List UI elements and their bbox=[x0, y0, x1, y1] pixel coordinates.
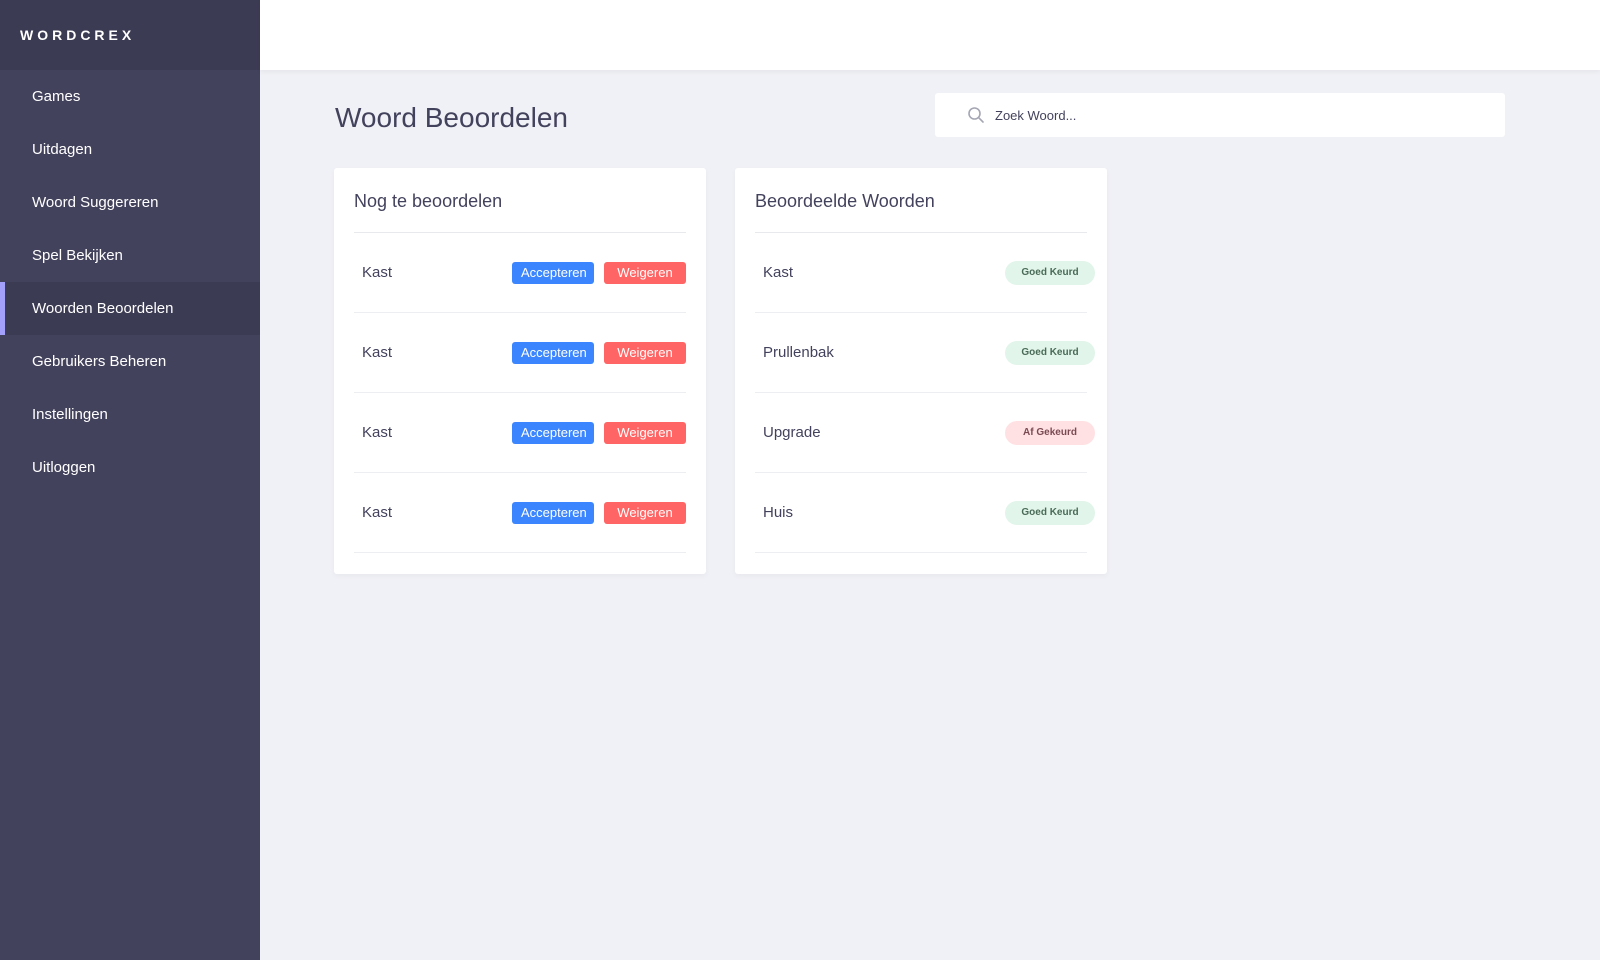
sidebar-item-label: Woorden Beoordelen bbox=[32, 300, 174, 317]
sidebar-item-instellingen[interactable]: Instellingen bbox=[0, 388, 260, 441]
brand-logo: WORDCREX bbox=[0, 0, 260, 70]
accept-button[interactable]: Accepteren bbox=[512, 501, 594, 524]
reject-button[interactable]: Weigeren bbox=[604, 261, 686, 284]
search-bar[interactable] bbox=[935, 93, 1505, 137]
reject-button[interactable]: Weigeren bbox=[604, 421, 686, 444]
word-label: Prullenbak bbox=[763, 344, 834, 361]
sidebar-item-label: Instellingen bbox=[32, 406, 108, 423]
word-label: Kast bbox=[362, 424, 393, 441]
reviewed-card-title: Beoordeelde Woorden bbox=[755, 168, 1087, 233]
sidebar-item-uitloggen[interactable]: Uitloggen bbox=[0, 441, 260, 494]
pending-card-title: Nog te beoordelen bbox=[354, 168, 686, 233]
reviewed-row: Upgrade Af Gekeurd bbox=[755, 393, 1095, 473]
accept-button[interactable]: Accepteren bbox=[512, 421, 594, 444]
pending-row: Kast Accepteren Weigeren bbox=[354, 393, 686, 473]
word-label: Kast bbox=[362, 344, 393, 361]
sidebar: WORDCREX Games Uitdagen Woord Suggereren… bbox=[0, 0, 260, 960]
word-label: Kast bbox=[763, 264, 794, 281]
reviewed-row: Huis Goed Keurd bbox=[755, 473, 1095, 553]
page-title: Woord Beoordelen bbox=[335, 102, 568, 133]
sidebar-item-label: Spel Bekijken bbox=[32, 247, 123, 264]
reviewed-row: Kast Goed Keurd bbox=[755, 233, 1095, 313]
sidebar-item-woord-suggereren[interactable]: Woord Suggereren bbox=[0, 176, 260, 229]
sidebar-item-gebruikers-beheren[interactable]: Gebruikers Beheren bbox=[0, 335, 260, 388]
status-badge: Af Gekeurd bbox=[1005, 420, 1095, 445]
top-bar bbox=[260, 0, 1600, 70]
search-icon bbox=[967, 106, 985, 124]
sidebar-item-games[interactable]: Games bbox=[0, 70, 260, 123]
word-label: Upgrade bbox=[763, 424, 821, 441]
word-label: Kast bbox=[362, 504, 393, 521]
reviewed-words-card: Beoordeelde Woorden Kast Goed Keurd Prul… bbox=[735, 168, 1107, 574]
sidebar-item-label: Uitdagen bbox=[32, 141, 93, 158]
word-label: Huis bbox=[763, 504, 794, 521]
pending-row: Kast Accepteren Weigeren bbox=[354, 233, 686, 313]
accept-button[interactable]: Accepteren bbox=[512, 261, 594, 284]
pending-words-card: Nog te beoordelen Kast Accepteren Weiger… bbox=[334, 168, 706, 574]
sidebar-item-spel-bekijken[interactable]: Spel Bekijken bbox=[0, 229, 260, 282]
accept-button[interactable]: Accepteren bbox=[512, 341, 594, 364]
status-badge: Goed Keurd bbox=[1005, 340, 1095, 365]
reject-button[interactable]: Weigeren bbox=[604, 501, 686, 524]
status-badge: Goed Keurd bbox=[1005, 500, 1095, 525]
pending-row: Kast Accepteren Weigeren bbox=[354, 313, 686, 393]
reject-button[interactable]: Weigeren bbox=[604, 341, 686, 364]
status-badge: Goed Keurd bbox=[1005, 260, 1095, 285]
search-input[interactable] bbox=[995, 107, 1475, 123]
sidebar-item-label: Woord Suggereren bbox=[32, 194, 159, 211]
sidebar-item-uitdagen[interactable]: Uitdagen bbox=[0, 123, 260, 176]
pending-row: Kast Accepteren Weigeren bbox=[354, 473, 686, 553]
reviewed-row: Prullenbak Goed Keurd bbox=[755, 313, 1095, 393]
sidebar-nav: Games Uitdagen Woord Suggereren Spel Bek… bbox=[0, 70, 260, 494]
sidebar-item-label: Games bbox=[32, 88, 81, 105]
sidebar-item-label: Gebruikers Beheren bbox=[32, 353, 167, 370]
word-label: Kast bbox=[362, 264, 393, 281]
sidebar-item-woorden-beoordelen[interactable]: Woorden Beoordelen bbox=[0, 282, 260, 335]
sidebar-item-label: Uitloggen bbox=[32, 459, 96, 476]
